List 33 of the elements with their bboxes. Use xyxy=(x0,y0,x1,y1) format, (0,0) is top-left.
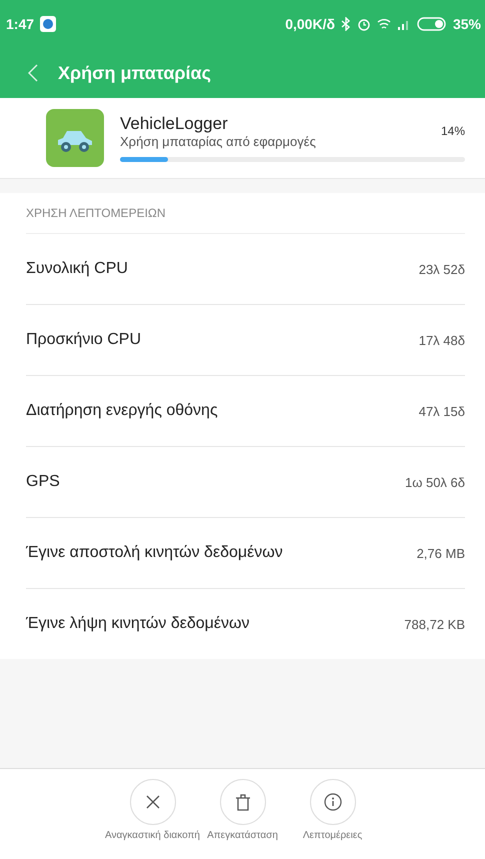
trash-icon xyxy=(234,793,250,811)
detail-value: 47λ 15δ xyxy=(418,404,465,418)
detail-value: 23λ 52δ xyxy=(418,262,465,276)
section-header: ΧΡΗΣΗ ΛΕΠΤΟΜΕΡΕΙΩΝ xyxy=(26,193,465,234)
detail-label: Έγινε λήψη κινητών δεδομένων xyxy=(26,615,250,633)
detail-value: 17λ 48δ xyxy=(418,332,465,348)
action-label[interactable]: Αναγκαστική διακοπή xyxy=(105,830,200,841)
info-icon xyxy=(324,793,342,811)
detail-label: GPS xyxy=(26,473,60,491)
action-label[interactable]: Απεγκατάσταση xyxy=(207,830,278,841)
action-button[interactable] xyxy=(220,779,266,825)
network-speed: 0,00K/δ xyxy=(285,16,335,32)
detail-label: Διατήρηση ενεργής οθόνης xyxy=(26,402,218,420)
detail-value: 1ω 50λ 6δ xyxy=(404,474,465,490)
app-notification-icon xyxy=(40,16,56,32)
car-app-icon xyxy=(46,109,104,167)
app-name: VehicleLogger xyxy=(120,114,228,133)
detail-label: Έγινε αποστολή κινητών δεδομένων xyxy=(26,544,283,562)
action-label[interactable]: Λεπτομέρειες xyxy=(302,830,362,841)
close-icon xyxy=(144,794,160,810)
status-time: 1:47 xyxy=(6,16,34,32)
page-title: Χρήση μπαταρίας xyxy=(58,62,211,84)
detail-value: 788,72 KB xyxy=(404,616,465,632)
detail-label: Προσκήνιο CPU xyxy=(26,331,142,349)
app-subtitle: Χρήση μπαταρίας από εφαρμογές xyxy=(120,134,316,149)
bluetooth-icon xyxy=(340,17,351,31)
action-button[interactable] xyxy=(310,779,356,825)
detail-label: Συνολική CPU xyxy=(26,260,128,278)
wifi-icon xyxy=(376,18,391,30)
usage-percent: 14% xyxy=(440,124,465,138)
detail-value: 2,76 MB xyxy=(416,546,465,560)
battery-percent: 35% xyxy=(452,16,481,32)
signal-icon xyxy=(396,18,411,30)
